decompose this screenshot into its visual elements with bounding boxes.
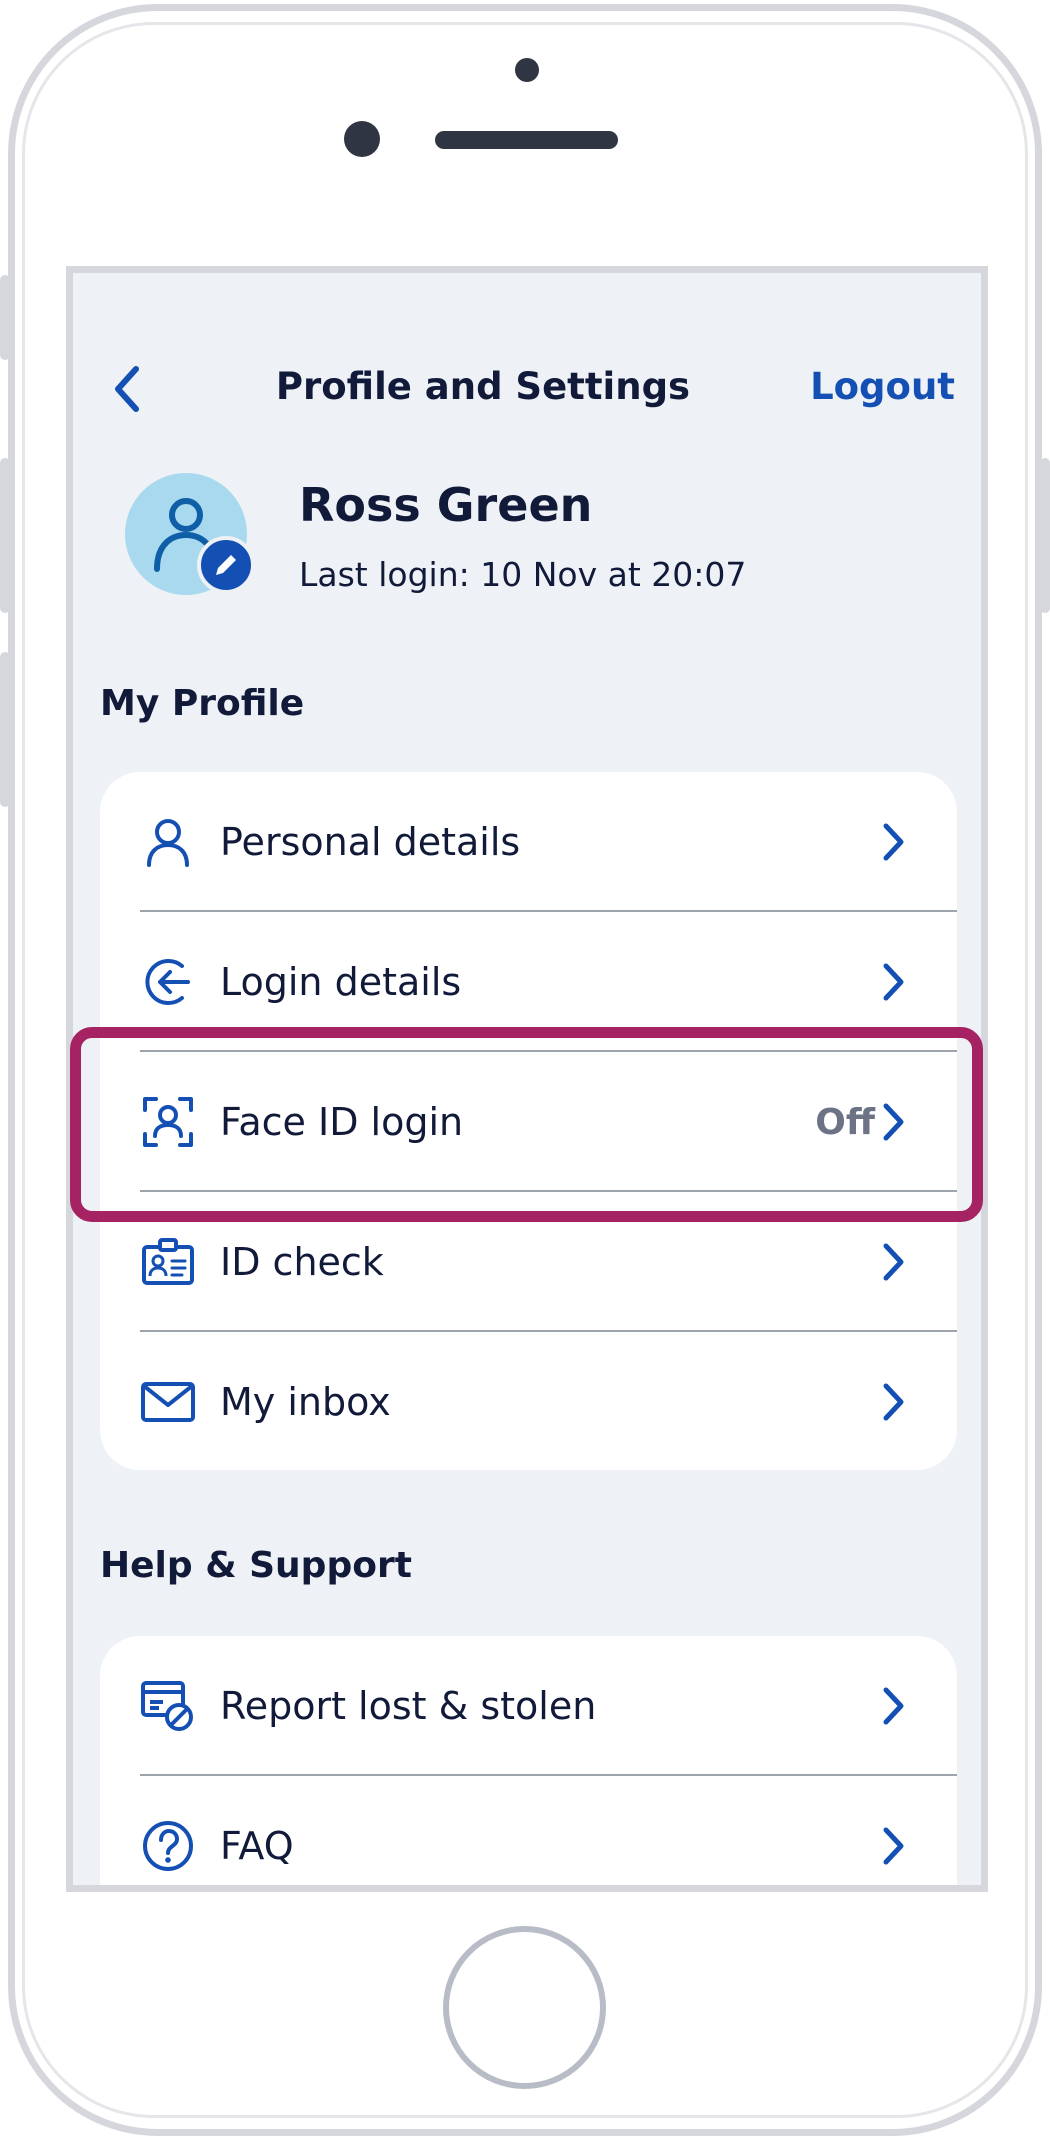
help-support-card: Report lost & stolen FAQ [100,1636,957,1885]
edit-avatar-button[interactable] [197,536,255,594]
page-title: Profile and Settings [275,365,691,408]
menu-item-report-lost-stolen[interactable]: Report lost & stolen [100,1636,957,1776]
chevron-right-icon [879,1825,907,1867]
logout-button[interactable]: Logout [810,357,955,417]
menu-item-label: ID check [220,1240,384,1284]
proximity-sensor [515,58,539,82]
person-icon [140,814,196,870]
back-button[interactable] [107,359,147,419]
menu-item-label: Login details [220,960,462,1004]
chevron-right-icon [879,1381,907,1423]
chevron-right-icon [879,1241,907,1283]
chevron-right-icon [879,821,907,863]
question-icon [140,1818,196,1874]
section-title-my-profile: My Profile [100,683,305,724]
pencil-icon [216,555,236,575]
last-login-text: Last login: 10 Nov at 20:07 [299,555,747,594]
user-name: Ross Green [299,478,593,532]
front-camera [344,121,380,157]
chevron-right-icon [879,961,907,1003]
menu-item-my-inbox[interactable]: My inbox [100,1332,957,1472]
envelope-icon [140,1374,196,1430]
login-arrow-icon [140,954,196,1010]
earpiece-speaker [435,131,618,149]
home-button[interactable] [443,1926,606,2089]
id-card-icon [140,1234,196,1290]
section-title-help-support: Help & Support [100,1545,412,1586]
chevron-right-icon [879,1685,907,1727]
chevron-left-icon [115,366,139,412]
face-id-highlight-frame [70,1027,983,1222]
menu-item-label: My inbox [220,1380,391,1424]
menu-item-label: Report lost & stolen [220,1684,597,1728]
menu-item-faq[interactable]: FAQ [100,1776,957,1885]
menu-item-label: Personal details [220,820,521,864]
menu-item-label: FAQ [220,1824,294,1868]
card-blocked-icon [140,1678,196,1734]
menu-item-personal-details[interactable]: Personal details [100,772,957,912]
